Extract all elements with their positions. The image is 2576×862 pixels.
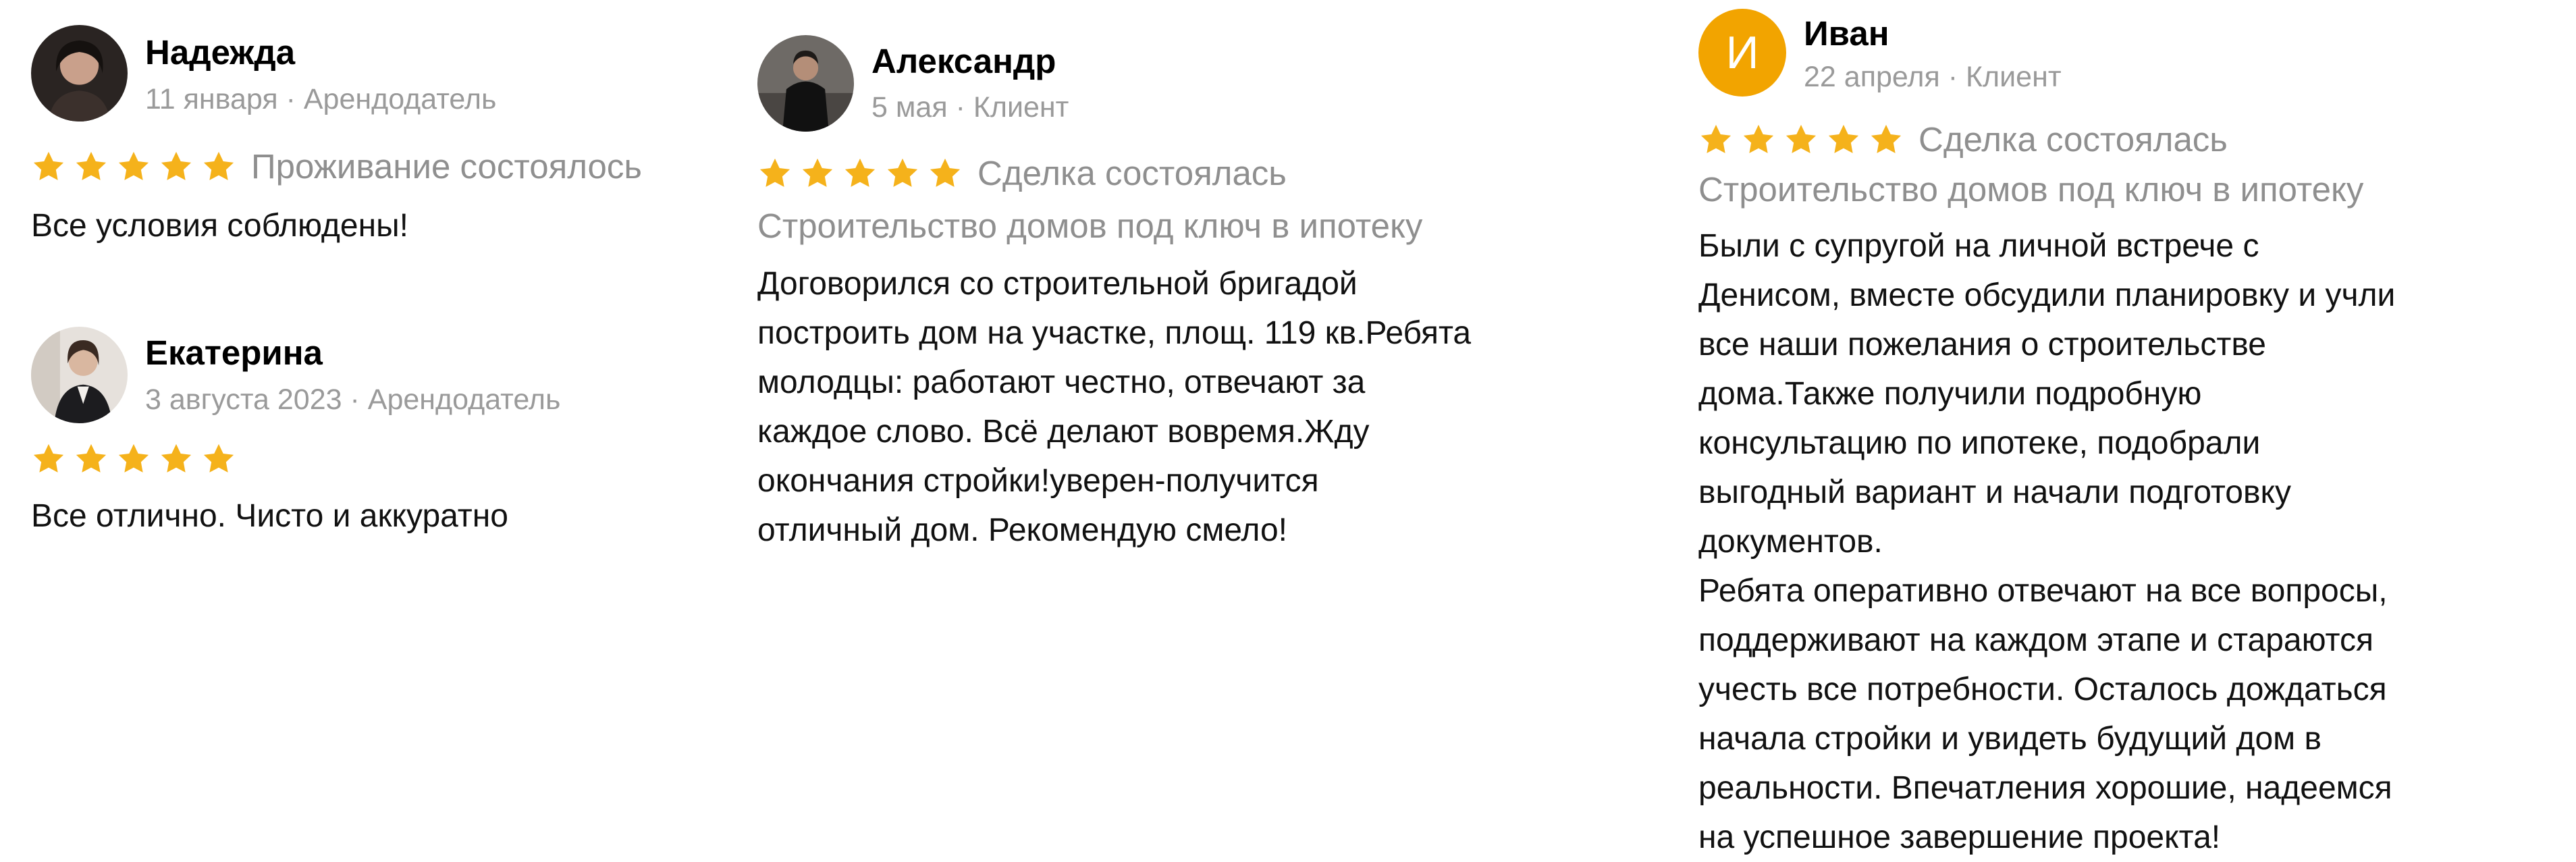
star-icon	[116, 149, 151, 184]
star-icon	[201, 149, 236, 184]
rating-row: Сделка состоялась	[1698, 119, 2228, 160]
star-icon	[1869, 122, 1904, 157]
avatar[interactable]: И	[1698, 9, 1786, 97]
star-rating	[1698, 121, 1911, 159]
meta-separator: ·	[955, 91, 965, 124]
reviewer-name[interactable]: Надежда	[145, 32, 295, 73]
star-icon	[159, 149, 194, 184]
review-text: Договорился со строительной бригадой пос…	[757, 266, 1472, 548]
avatar[interactable]	[31, 327, 128, 423]
rating-row: Проживание состоялось	[31, 146, 642, 187]
review-text: Все условия соблюдены!	[31, 208, 408, 244]
meta-separator: ·	[286, 83, 296, 115]
avatar-photo-icon	[31, 25, 128, 122]
star-icon	[31, 441, 66, 477]
review-date: 3 августа 2023	[145, 383, 342, 416]
star-icon	[1783, 122, 1819, 157]
star-rating	[31, 440, 244, 478]
reviewer-name[interactable]: Иван	[1804, 14, 1889, 54]
star-icon	[928, 156, 963, 191]
review-date: 5 мая	[871, 91, 948, 124]
star-icon	[885, 156, 920, 191]
star-icon	[757, 156, 793, 191]
star-rating	[757, 155, 970, 192]
reviewer-role: Клиент	[1966, 61, 2062, 93]
review-date: 11 января	[145, 83, 278, 115]
star-rating	[31, 148, 244, 186]
star-icon	[842, 156, 878, 191]
review-meta: 22 апреля · Клиент	[1804, 59, 2062, 95]
deal-status: Проживание состоялось	[251, 147, 642, 186]
avatar[interactable]	[757, 35, 854, 132]
meta-separator: ·	[1948, 61, 1958, 93]
reviewer-role: Клиент	[973, 91, 1069, 124]
reviewer-name[interactable]: Екатерина	[145, 333, 323, 373]
reviewer-role: Арендодатель	[367, 383, 561, 416]
review-text: Все отлично. Чисто и аккуратно	[31, 498, 508, 534]
reviewer-name[interactable]: Александр	[871, 41, 1056, 82]
review-date: 22 апреля	[1804, 61, 1940, 93]
review-meta: 11 января · Арендодатель	[145, 82, 496, 117]
avatar-photo-icon	[757, 35, 854, 132]
star-icon	[116, 441, 151, 477]
deal-status: Сделка состоялась	[977, 154, 1287, 192]
star-icon	[1826, 122, 1861, 157]
star-icon	[74, 441, 109, 477]
reviewer-role: Арендодатель	[303, 83, 497, 115]
avatar[interactable]	[31, 25, 128, 122]
review-meta: 3 августа 2023 · Арендодатель	[145, 382, 560, 417]
rating-row	[31, 440, 244, 478]
star-icon	[31, 149, 66, 184]
star-icon	[1698, 122, 1734, 157]
star-icon	[1741, 122, 1776, 157]
meta-separator: ·	[350, 383, 360, 416]
star-icon	[201, 441, 236, 477]
star-icon	[159, 441, 194, 477]
star-icon	[800, 156, 835, 191]
deal-subject: Строительство домов под ключ в ипотеку	[1698, 170, 2364, 209]
star-icon	[74, 149, 109, 184]
deal-status: Сделка состоялась	[1918, 120, 2228, 159]
review-text: Были с супругой на личной встрече с Дени…	[1698, 228, 2396, 855]
deal-subject: Строительство домов под ключ в ипотеку	[757, 207, 1423, 245]
rating-row: Сделка состоялась	[757, 153, 1287, 194]
review-meta: 5 мая · Клиент	[871, 90, 1069, 125]
avatar-photo-icon	[31, 327, 128, 423]
